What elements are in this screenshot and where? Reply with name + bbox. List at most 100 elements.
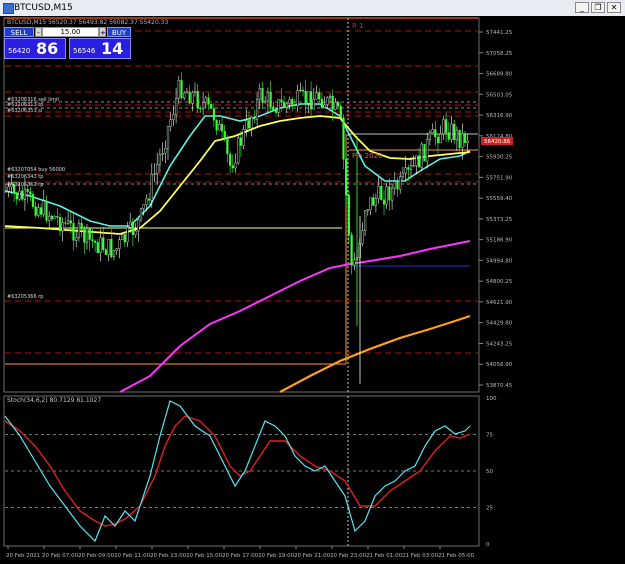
price-label: 54429.80 (486, 321, 513, 327)
candle-body (37, 207, 40, 216)
candle-body (204, 97, 207, 103)
candle-body (401, 172, 404, 177)
candle-body (377, 186, 380, 199)
time-label: 20 Feb 17:00 (222, 553, 259, 559)
candle-body (366, 209, 369, 212)
candle-body (226, 137, 229, 155)
candle-body (93, 240, 97, 243)
candle-body (455, 129, 458, 141)
candle-body (364, 210, 367, 231)
candle-body (26, 188, 29, 192)
candle-body (234, 162, 237, 169)
lot-increase-button[interactable]: + (99, 27, 106, 37)
close-button[interactable]: ✕ (607, 2, 621, 13)
candle-body (382, 199, 386, 205)
candle-body (442, 119, 445, 135)
candle-body (218, 124, 221, 131)
vline-label: R 1 (352, 22, 364, 30)
candle-body (258, 87, 261, 100)
candle-body (466, 140, 469, 143)
candle-body (166, 126, 170, 149)
price-label: 57058.25 (486, 51, 513, 57)
candle-body (301, 89, 305, 92)
buy-price-box[interactable]: 56546 14 (69, 38, 131, 59)
candle-body (50, 215, 53, 220)
candle-body (220, 124, 224, 132)
lot-decrease-button[interactable]: - (35, 27, 42, 37)
candle-body (58, 217, 62, 232)
sell-price-big: 86 (36, 39, 59, 58)
candle-body (361, 230, 364, 244)
candle-body (193, 91, 197, 93)
candle-body (126, 227, 129, 243)
candle-body (75, 237, 78, 241)
lot-size-input[interactable]: 15.00 (42, 27, 99, 37)
sell-button[interactable]: SELL (4, 27, 34, 37)
candle-body (177, 80, 180, 99)
candle-body (153, 173, 156, 175)
candle-body (280, 99, 283, 103)
candle-body (434, 129, 437, 138)
candle-body (274, 110, 278, 113)
candle-body (380, 186, 383, 200)
candle-body (96, 242, 99, 254)
candle-body (4, 190, 8, 193)
stoch-level-label: 75 (486, 433, 493, 439)
sell-price-small: 56420 (8, 47, 31, 55)
time-label: 20 Feb 2021 (6, 553, 40, 559)
order-label: #63206353 sl (7, 108, 42, 114)
candle-body (409, 165, 413, 170)
candle-body (426, 139, 429, 162)
candle-body (99, 237, 102, 254)
sell-price-box[interactable]: 56420 86 (4, 38, 66, 59)
candle-body (115, 248, 118, 251)
candle-body (129, 221, 132, 228)
candle-body (61, 222, 64, 232)
one-click-trading-panel: SELL - 15.00 + BUY 56420 86 56546 14 (4, 27, 131, 59)
candle-body (231, 165, 234, 169)
candle-body (139, 208, 143, 221)
candle-body (53, 216, 56, 220)
candle-body (147, 198, 151, 201)
candle-body (72, 222, 75, 241)
candle-body (431, 129, 434, 133)
candle-body (191, 92, 194, 104)
candle-body (131, 221, 134, 235)
time-label: 20 Feb 15:00 (186, 553, 223, 559)
candle-body (185, 91, 188, 94)
candle-body (110, 239, 113, 257)
candle-body (326, 97, 329, 105)
candle-body (120, 234, 124, 240)
price-label: 55751.90 (486, 175, 513, 181)
candle-body (266, 91, 269, 102)
stoch-level-label: 0 (486, 542, 490, 548)
time-label: 20 Feb 23:00 (330, 553, 367, 559)
buy-button[interactable]: BUY (107, 27, 131, 37)
price-label: 56503.05 (486, 92, 513, 98)
candle-body (161, 153, 164, 155)
candle-body (261, 87, 264, 103)
candle-body (118, 239, 121, 249)
restore-button[interactable]: ❐ (591, 2, 605, 13)
candle-body (458, 129, 461, 148)
candle-body (447, 132, 450, 140)
candle-body (223, 130, 226, 139)
candle-body (212, 108, 215, 121)
minimize-button[interactable]: _ (575, 2, 589, 13)
chart-canvas[interactable]: 57441.25 57058.25 56689.80 56503.05 56316.90… (0, 16, 625, 564)
candle-body (242, 129, 245, 146)
candle-body (91, 239, 94, 242)
window-titlebar: BTCUSD,M15 _ ❐ ✕ (0, 0, 625, 17)
candle-body (180, 80, 183, 99)
candle-body (102, 237, 105, 251)
candle-body (461, 133, 464, 148)
candle-body (334, 102, 337, 110)
candle-body (134, 230, 137, 235)
candle-body (45, 200, 48, 221)
candle-body (201, 102, 205, 109)
candle-body (18, 190, 21, 200)
candle-body (199, 108, 202, 110)
candle-body (318, 92, 321, 100)
candle-body (407, 167, 410, 170)
candle-body (250, 117, 253, 129)
